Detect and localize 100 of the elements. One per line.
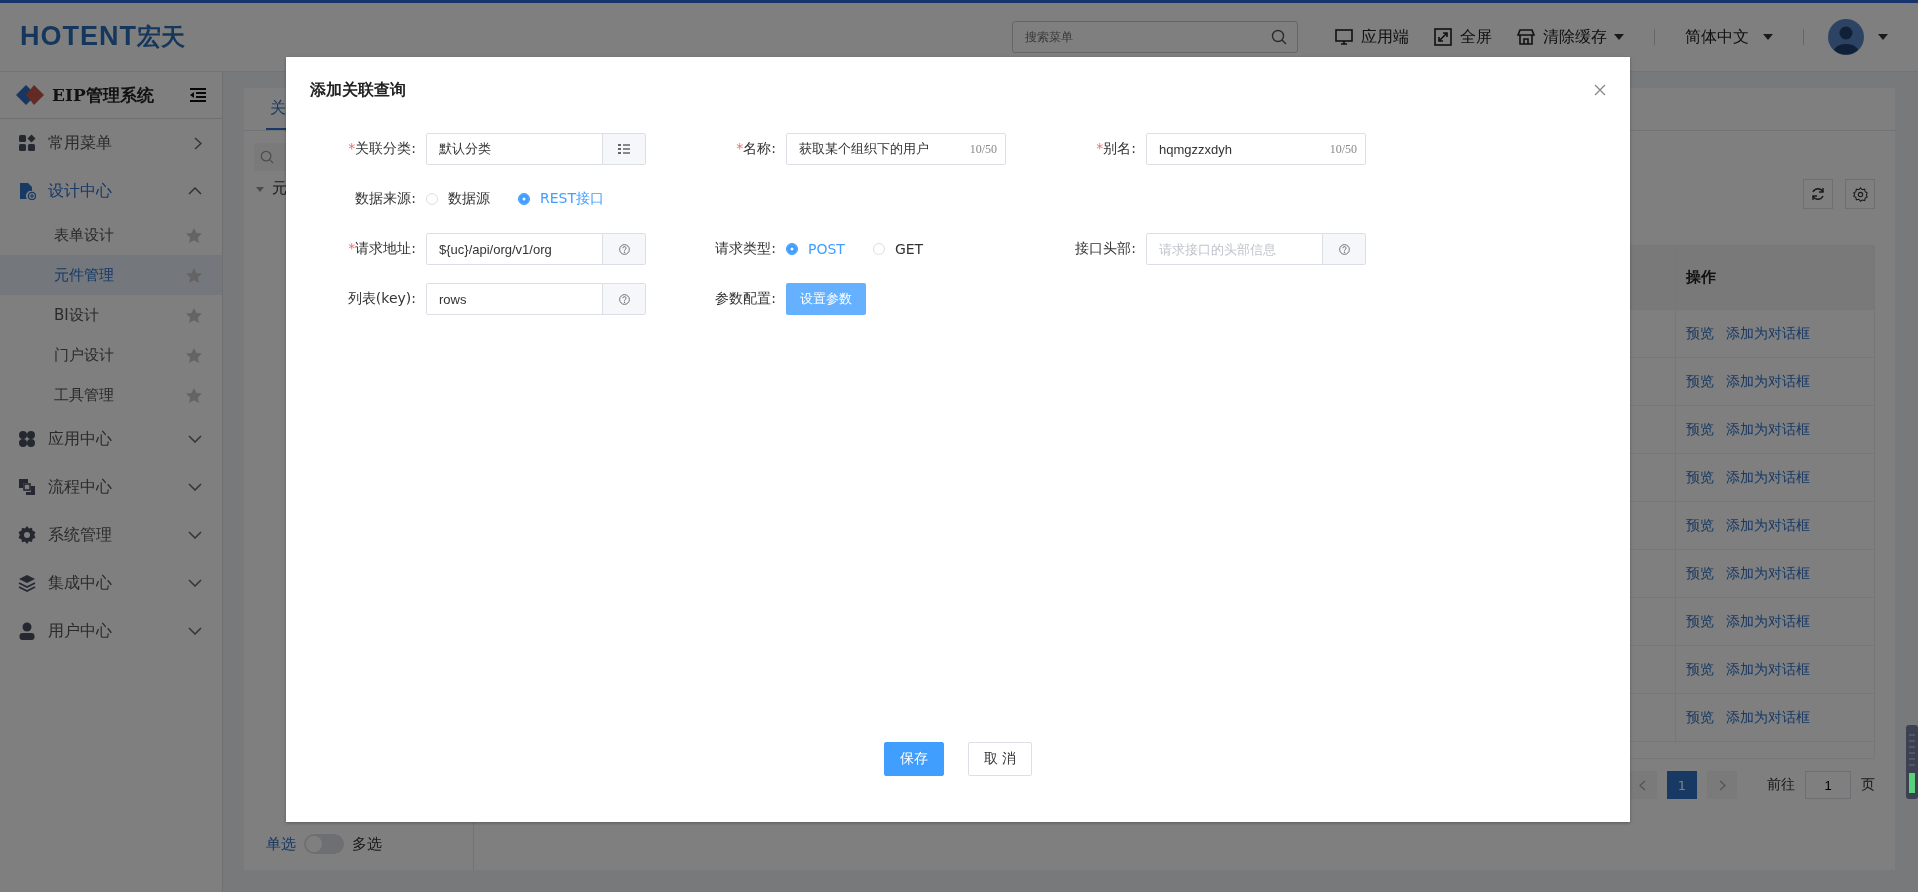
avatar-icon[interactable] [1828,19,1864,55]
row-action-link[interactable]: 添加为对话框 [1726,564,1810,583]
caret-icon[interactable] [1878,34,1888,40]
star-icon[interactable] [186,307,202,323]
logo: HOTENT宏天 [20,21,185,53]
person-icon [18,622,36,640]
search-field[interactable]: 搜索菜单 [1012,21,1298,53]
dialog-title: 添加关联查询 [310,79,406,101]
star-icon[interactable] [186,227,202,243]
row-action-link[interactable]: 预览 [1686,564,1714,583]
text-input[interactable]: rows [427,291,602,307]
submenu-item[interactable]: 元件管理 [0,255,222,295]
row-action-link[interactable]: 添加为对话框 [1726,468,1810,487]
field-label: 数据来源: [354,190,416,208]
radio-option[interactable]: 数据源 [426,190,490,208]
chevron-down-icon [188,531,202,539]
submenu-item[interactable]: 工具管理 [0,375,222,415]
input-field[interactable]: 默认分类 [426,133,646,165]
gear-icon [18,526,36,544]
menu-item[interactable]: 常用菜单 [0,119,222,167]
next-page-button[interactable] [1707,771,1737,799]
page-input[interactable]: 1 [1805,771,1851,799]
row-action-link[interactable]: 添加为对话框 [1726,660,1810,679]
chevron-right-icon [194,136,202,150]
search-icon [1271,29,1287,45]
text-input[interactable]: hqmgzzxdyh [1147,141,1330,157]
mode-label: 单选 [266,834,296,854]
text-input[interactable]: 获取某个组织下的用户 [787,141,970,157]
input-field[interactable]: 获取某个组织下的用户 10/50 [786,133,1006,165]
tree-node[interactable]: 元 [272,179,287,198]
header-action[interactable]: 应用端 [1326,20,1417,54]
row-action-link[interactable]: 预览 [1686,612,1714,631]
settings-button[interactable] [1845,179,1875,209]
row-action-link[interactable]: 添加为对话框 [1726,708,1810,727]
cancel-button[interactable]: 取 消 [967,742,1033,776]
goto-label: 前往 [1767,776,1795,794]
row-action-link[interactable]: 预览 [1686,324,1714,343]
help-button[interactable] [1322,234,1365,264]
field-label: 列表(key): [346,290,416,308]
fullscreen-icon [1433,27,1453,47]
row-action-link[interactable]: 添加为对话框 [1726,516,1810,535]
radio-option[interactable]: POST [786,241,845,257]
level-meter-icon [1906,725,1918,799]
character-counter: 10/50 [969,141,998,157]
field-label: 接口头部: [1074,240,1136,258]
help-icon [1338,243,1350,255]
input-field[interactable]: ${uc}/api/org/v1/org [426,233,646,265]
chevron-down-icon [188,627,202,635]
character-counter: 10/50 [1329,141,1358,157]
help-button[interactable] [602,284,645,314]
text-input[interactable]: 默认分类 [427,141,602,157]
star-icon[interactable] [186,347,202,363]
help-button[interactable] [602,234,645,264]
input-field[interactable]: hqmgzzxdyh 10/50 [1146,133,1366,165]
menu-item[interactable]: 系统管理 [0,511,222,559]
refresh-button[interactable] [1803,179,1833,209]
grid-circles-icon [18,430,36,448]
squares-icon [18,478,36,496]
menu-item[interactable]: 用户中心 [0,607,222,655]
row-action-link[interactable]: 添加为对话框 [1726,420,1810,439]
row-action-link[interactable]: 预览 [1686,420,1714,439]
row-action-link[interactable]: 预览 [1686,660,1714,679]
row-action-link[interactable]: 预览 [1686,708,1714,727]
set-parameters-button[interactable]: 设置参数 [786,283,866,315]
menu-item[interactable]: 流程中心 [0,463,222,511]
chevron-down-icon [188,579,202,587]
star-icon[interactable] [186,387,202,403]
submenu-item[interactable]: 表单设计 [0,215,222,255]
language-select[interactable]: 简体中文 [1677,20,1781,54]
header-action[interactable]: 全屏 [1425,20,1500,54]
list-picker-button[interactable] [602,134,645,164]
field-label: *关联分类: [347,140,416,158]
row-action-link[interactable]: 预览 [1686,468,1714,487]
radio-option[interactable]: REST接口 [518,190,604,208]
field-label: *请求地址: [347,240,416,258]
header-action[interactable]: 清除缓存 [1508,20,1632,54]
menu-item[interactable]: 应用中心 [0,415,222,463]
row-action-link[interactable]: 预览 [1686,516,1714,535]
radio-option[interactable]: GET [872,241,924,257]
input-field[interactable]: rows [426,283,646,315]
field-label: *名称: [735,140,776,158]
collapse-menu-icon[interactable] [190,88,206,102]
save-button[interactable]: 保存 [883,742,944,776]
text-input[interactable]: ${uc}/api/org/v1/org [427,241,602,257]
page-number-button[interactable]: 1 [1667,771,1697,799]
row-action-link[interactable]: 添加为对话框 [1726,372,1810,391]
submenu-item[interactable]: 门户设计 [0,335,222,375]
caret-down-icon[interactable] [256,184,264,193]
field-label: *别名: [1095,140,1136,158]
row-action-link[interactable]: 预览 [1686,372,1714,391]
diamond-logo-icon [16,85,44,105]
row-action-link[interactable]: 添加为对话框 [1726,612,1810,631]
menu-item[interactable]: 集成中心 [0,559,222,607]
close-icon[interactable] [1594,84,1606,96]
row-action-link[interactable]: 添加为对话框 [1726,324,1810,343]
search-input[interactable]: 搜索菜单 [1023,29,1271,45]
star-icon[interactable] [186,267,202,283]
submenu-item[interactable]: BI设计 [0,295,222,335]
menu-item[interactable]: 设计中心 [0,167,222,215]
list-icon [618,144,630,154]
